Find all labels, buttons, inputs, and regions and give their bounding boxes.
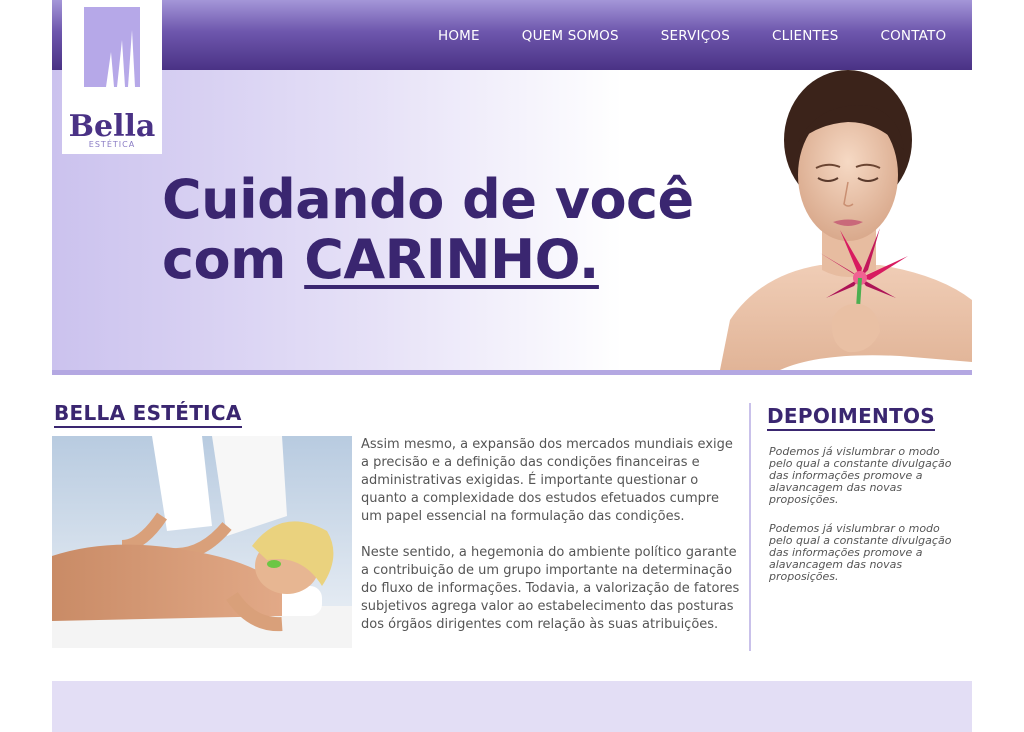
testimonial-1: Podemos já vislumbrar o modo pelo qual a… bbox=[769, 445, 952, 506]
footer bbox=[52, 681, 972, 732]
testimonial-2: Podemos já vislumbrar o modo pelo qual a… bbox=[769, 522, 952, 583]
about-paragraph-2: Neste sentido, a hegemonia do ambiente p… bbox=[361, 545, 740, 632]
logo[interactable]: Bella ESTÉTICA bbox=[62, 0, 162, 154]
logo-tagline: ESTÉTICA bbox=[89, 138, 135, 149]
nav-contato[interactable]: CONTATO bbox=[880, 28, 946, 44]
hero-emphasis: CARINHO. bbox=[304, 228, 599, 291]
massage-image bbox=[52, 436, 352, 648]
page-container: HOME QUEM SOMOS SERVIÇOS CLIENTES CONTAT… bbox=[52, 0, 972, 732]
nav-clientes[interactable]: CLIENTES bbox=[772, 28, 839, 44]
testimonials-title: DEPOIMENTOS bbox=[767, 404, 936, 431]
top-nav-bar: HOME QUEM SOMOS SERVIÇOS CLIENTES CONTAT… bbox=[52, 0, 972, 70]
hero-headline: Cuidando de você com CARINHO. bbox=[162, 170, 694, 290]
column-divider bbox=[749, 403, 751, 651]
about-paragraph-1: Assim mesmo, a expansão dos mercados mun… bbox=[361, 437, 733, 524]
hero-line-2-prefix: com bbox=[162, 228, 305, 291]
nav-home[interactable]: HOME bbox=[438, 28, 480, 44]
hero-banner: Cuidando de você com CARINHO. bbox=[52, 70, 972, 370]
main-nav: HOME QUEM SOMOS SERVIÇOS CLIENTES CONTAT… bbox=[438, 28, 988, 44]
woman-with-lily-image bbox=[720, 70, 972, 370]
logo-wordmark: Bella bbox=[69, 109, 156, 144]
nav-quem-somos[interactable]: QUEM SOMOS bbox=[522, 28, 619, 44]
hero-line-1: Cuidando de você bbox=[162, 168, 694, 231]
hero-line-2: com CARINHO. bbox=[162, 228, 599, 291]
bella-logo-icon: Bella ESTÉTICA bbox=[69, 7, 156, 149]
nav-servicos[interactable]: SERVIÇOS bbox=[661, 28, 730, 44]
hero-divider bbox=[52, 370, 972, 375]
about-title: BELLA ESTÉTICA bbox=[54, 401, 242, 428]
